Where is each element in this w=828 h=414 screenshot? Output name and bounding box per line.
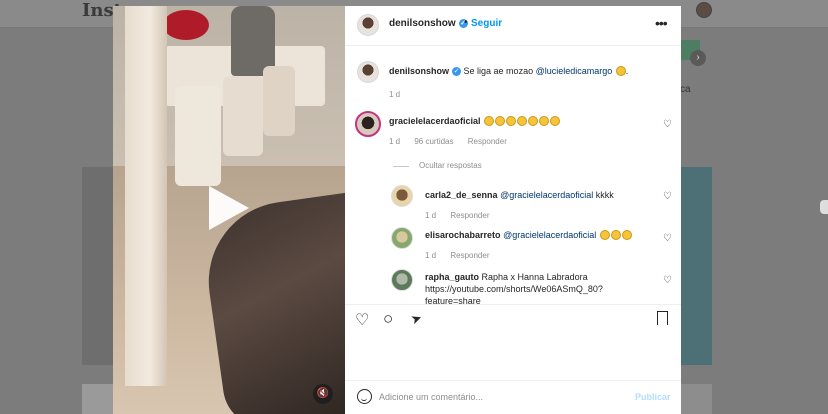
separator-dot: • xyxy=(464,17,468,28)
comment-meta: 1 d 96 curtidas Responder xyxy=(389,137,519,146)
comment-time[interactable]: 1 d xyxy=(389,137,400,146)
post-modal: 🔇 denilsonshow ✓ • Seguir ••• denilsonsho… xyxy=(113,6,681,414)
reply-text: elisarochabarreto @gracielelacerdaoficia… xyxy=(425,229,632,241)
comment-likes[interactable]: 96 curtidas xyxy=(414,137,453,146)
reply-row: elisarochabarreto @gracielelacerdaoficia… xyxy=(345,223,681,263)
play-icon[interactable] xyxy=(209,186,249,230)
reply-button[interactable]: Responder xyxy=(450,211,489,220)
reply-button[interactable]: Responder xyxy=(468,137,507,146)
reply-username[interactable]: carla2_de_senna xyxy=(425,190,498,200)
reply-username[interactable]: rapha_gauto xyxy=(425,272,479,282)
background-post-right xyxy=(680,167,712,365)
author-avatar[interactable] xyxy=(357,14,379,36)
caption-meta: 1 d xyxy=(389,90,412,99)
reply-row: rapha_gauto Rapha x Hanna Labradora http… xyxy=(345,263,681,304)
publish-button[interactable]: Publicar xyxy=(635,392,671,402)
profile-avatar-icon xyxy=(696,2,712,18)
caption-suffix: . xyxy=(625,66,629,76)
reply-time[interactable]: 1 d xyxy=(425,211,436,220)
emoji-icon xyxy=(495,116,506,126)
post-actions: ♡ ○ ➤ xyxy=(345,304,681,334)
comment-avatar[interactable] xyxy=(355,111,381,137)
emoji-icon xyxy=(550,116,561,126)
video-flowers xyxy=(163,10,209,40)
caption-username[interactable]: denilsonshow xyxy=(389,66,449,76)
author-username[interactable]: denilsonshow ✓ xyxy=(389,18,468,29)
reply-text: rapha_gauto Rapha x Hanna Labradora http… xyxy=(425,271,603,304)
hide-replies-button[interactable]: Ocultar respostas xyxy=(419,161,482,170)
like-comment-icon[interactable]: ♡ xyxy=(663,191,672,202)
reply-body: Rapha x Hanna Labradora xyxy=(481,272,588,282)
emoji-icon xyxy=(539,116,550,126)
emoji-icon xyxy=(506,116,517,126)
verified-badge-icon: ✓ xyxy=(452,67,462,77)
comment-username[interactable]: gracielelacerdaoficial xyxy=(389,116,481,126)
video-chair xyxy=(175,86,221,186)
caption-body: Se liga ae mozao xyxy=(463,66,534,76)
like-comment-icon[interactable]: ♡ xyxy=(663,275,672,286)
video-chair xyxy=(223,76,263,156)
comment-row: gracielelacerdaoficial ♡ 1 d 96 curtidas… xyxy=(345,109,681,149)
reply-body: kkkk xyxy=(595,190,614,200)
comment-composer: Publicar xyxy=(345,380,681,414)
caption-avatar[interactable] xyxy=(357,61,379,83)
background-post-right-2 xyxy=(680,384,712,414)
emoji-icon xyxy=(528,116,539,126)
reply-text: carla2_de_senna @gracielelacerdaoficial … xyxy=(425,189,614,201)
caption-text: denilsonshow ✓ Se liga ae mozao @lucieled… xyxy=(389,65,628,77)
post-side-panel: denilsonshow ✓ • Seguir ••• denilsonshow ✓… xyxy=(345,6,681,414)
more-options-icon[interactable]: ••• xyxy=(655,15,668,31)
reply-row: carla2_de_senna @gracielelacerdaoficial … xyxy=(345,181,681,221)
emoji-icon xyxy=(484,116,495,126)
reply-avatar[interactable] xyxy=(391,227,413,249)
video-chair xyxy=(263,66,295,136)
comment-icon[interactable]: ○ xyxy=(383,309,393,329)
caption-mention[interactable]: @lucieledicamargo xyxy=(536,66,613,76)
video-pillar xyxy=(125,6,167,386)
comment-text: gracielelacerdaoficial xyxy=(389,115,561,127)
emoji-icon xyxy=(610,230,621,240)
caption-row: denilsonshow ✓ Se liga ae mozao @lucieled… xyxy=(345,57,681,107)
emoji-icon xyxy=(517,116,528,126)
like-comment-icon[interactable]: ♡ xyxy=(663,119,672,130)
hide-replies-line xyxy=(393,166,409,167)
emoji-icon xyxy=(599,230,610,240)
reply-mention[interactable]: @gracielelacerdaoficial xyxy=(500,190,593,200)
background-post-left-2 xyxy=(82,384,114,414)
background-post-left xyxy=(82,167,114,365)
post-video[interactable]: 🔇 xyxy=(113,6,345,414)
follow-button[interactable]: Seguir xyxy=(471,18,502,29)
like-comment-icon[interactable]: ♡ xyxy=(663,233,672,244)
reply-time[interactable]: 1 d xyxy=(425,251,436,260)
emoji-picker-icon[interactable] xyxy=(357,389,372,404)
emoji-icon xyxy=(615,66,626,76)
like-icon[interactable]: ♡ xyxy=(355,310,369,330)
comment-input[interactable] xyxy=(379,389,619,405)
share-icon[interactable]: ➤ xyxy=(409,310,425,329)
reply-avatar[interactable] xyxy=(391,185,413,207)
mute-icon[interactable]: 🔇 xyxy=(313,384,333,404)
bookmark-icon[interactable] xyxy=(657,311,668,325)
reply-avatar[interactable] xyxy=(391,269,413,291)
emoji-icon xyxy=(621,230,632,240)
post-header: denilsonshow ✓ • Seguir ••• xyxy=(345,6,681,46)
comments-list[interactable]: denilsonshow ✓ Se liga ae mozao @lucieled… xyxy=(345,47,681,304)
caption-time[interactable]: 1 d xyxy=(389,90,400,99)
reply-meta: 1 d Responder xyxy=(425,211,502,220)
background-side-text: ca xyxy=(680,84,691,95)
next-post-arrow-icon[interactable] xyxy=(820,200,828,214)
reply-button[interactable]: Responder xyxy=(450,251,489,260)
reply-meta: 1 d Responder xyxy=(425,251,502,260)
next-story-icon: › xyxy=(690,50,706,66)
reply-mention[interactable]: @gracielelacerdaoficial xyxy=(503,230,596,240)
reply-link[interactable]: https://youtube.com/shorts/We06ASmQ_80? xyxy=(425,284,603,294)
reply-link-cont[interactable]: feature=share xyxy=(425,296,481,304)
reply-username[interactable]: elisarochabarreto xyxy=(425,230,501,240)
